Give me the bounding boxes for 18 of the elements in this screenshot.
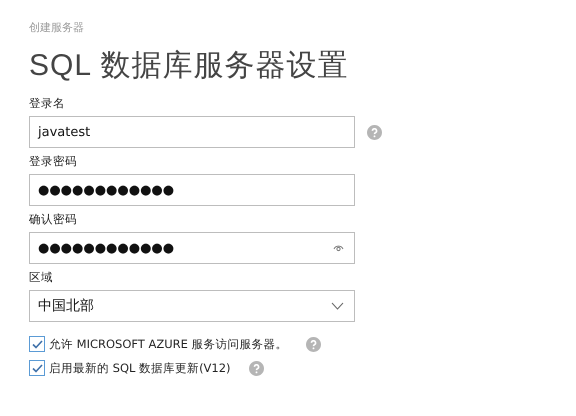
- eye-icon[interactable]: [333, 244, 344, 252]
- breadcrumb: 创建服务器: [29, 20, 84, 35]
- input-field[interactable]: ●●●●●●●●●●●●: [29, 174, 355, 206]
- field-label: 登录密码: [29, 154, 77, 169]
- check-icon: [32, 364, 42, 372]
- input-field[interactable]: javatest: [29, 116, 355, 148]
- checkbox-label: 允许 MICROSOFT AZURE 服务访问服务器。: [49, 336, 288, 352]
- region-dropdown[interactable]: 中国北部: [29, 290, 355, 322]
- chevron-down-icon: [331, 302, 344, 310]
- check-icon: [32, 340, 42, 348]
- checkbox[interactable]: [29, 360, 45, 376]
- checkbox-label: 启用最新的 SQL 数据库更新(V12): [49, 360, 231, 376]
- field-label: 确认密码: [29, 212, 77, 227]
- field-label: 登录名: [29, 96, 65, 111]
- page-title: SQL 数据库服务器设置: [29, 48, 348, 84]
- input-field[interactable]: ●●●●●●●●●●●●: [29, 232, 355, 264]
- checkbox[interactable]: [29, 336, 45, 352]
- field-label: 区域: [29, 270, 53, 285]
